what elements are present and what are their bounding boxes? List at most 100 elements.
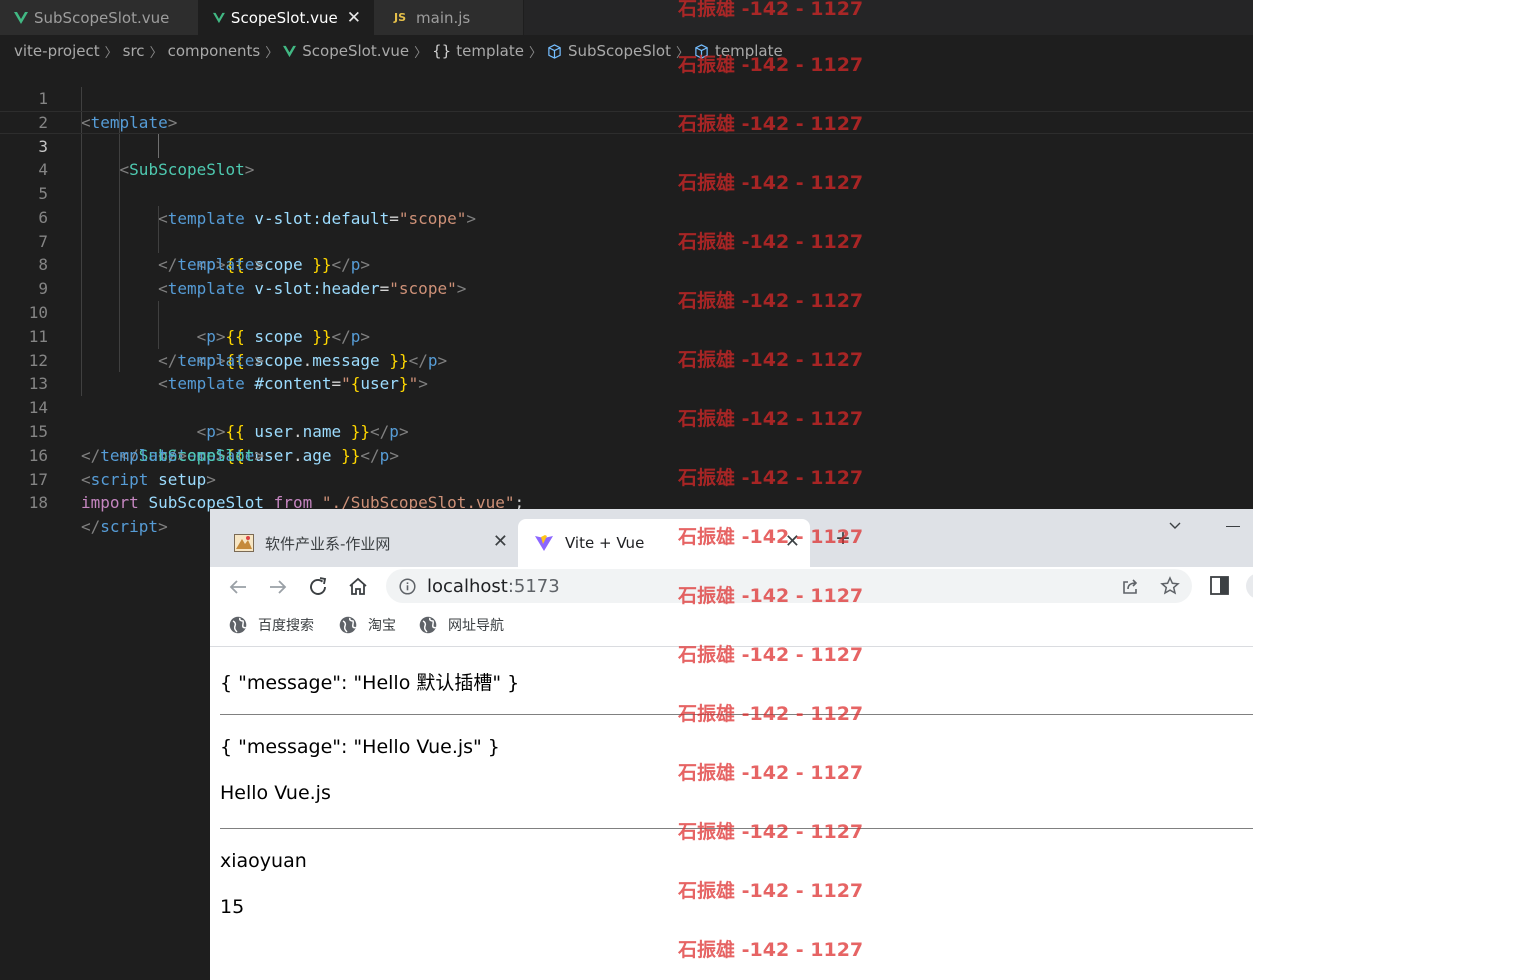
profile-avatar[interactable] [1246,573,1253,599]
code-line: 11 <p>{{ user.name }}</p> [0,300,1253,441]
close-icon[interactable]: ✕ [493,531,508,552]
browser-tab-title: 软件产业系-作业网 [265,534,391,553]
vite-icon [535,535,553,551]
code-line: 16 <script setup> [0,420,1253,489]
bookmark-nav[interactable]: 网址导航 [419,615,504,635]
editor-tab-bar: SubScopeSlot.vue ScopeSlot.vue ✕ JS main… [0,0,1253,35]
chevron-right-icon: 〉 [149,45,163,61]
code-line: 1 <template> [0,63,1253,132]
code-line: 6 <template v-slot:header="scope"> [0,181,1253,298]
address-bar[interactable]: localhost:5173 [386,569,1192,603]
browser-tab-title: Vite + Vue [565,534,645,552]
indent-guide [158,229,159,254]
code-line: 18 </script> [0,468,1253,536]
browser-tab-strip: 软件产业系-作业网 ✕ Vite + Vue ✕ + [210,509,1253,567]
home-icon[interactable] [346,575,370,599]
line-number: 18 [28,493,48,513]
url-port: :5173 [507,576,560,597]
content-slot-age-output: 15 [220,896,245,918]
browser-tab-vite-vue[interactable]: Vite + Vue ✕ [518,519,810,567]
chevron-right-icon: 〉 [528,45,542,61]
reload-icon[interactable] [306,575,330,599]
indent-guide-active [158,134,159,159]
globe-icon [419,616,437,634]
back-icon[interactable] [226,575,250,599]
indent-guide [119,253,120,278]
breadcrumb-item[interactable]: src [123,42,145,60]
bookmark-baidu[interactable]: 百度搜索 [229,615,314,635]
indent-guide [81,324,82,349]
code-line: 5 </template> [0,158,1253,274]
breadcrumb-item[interactable]: ScopeSlot.vue [302,42,409,60]
bookmark-label: 淘宝 [368,618,396,634]
indent-guide [119,348,120,373]
indent-guide [119,229,120,254]
chevron-right-icon: 〉 [265,45,279,61]
breadcrumb: vite-project 〉 src 〉 components 〉 ScopeSlot… [0,36,1253,66]
browser-toolbar: localhost:5173 [210,567,1253,607]
code-line: 13 </template> [0,348,1253,465]
indent-guide [81,158,82,182]
url-text[interactable]: localhost:5173 [427,576,560,597]
editor-tab-mainjs[interactable]: JS main.js [374,0,524,35]
star-icon[interactable] [1160,576,1180,596]
code-line-current: 3 <template v-slot:default="scope"> [0,110,1253,228]
editor-tab-subscopeslot[interactable]: SubScopeSlot.vue [0,0,199,35]
info-icon[interactable] [399,578,416,595]
vue-icon [14,11,28,24]
braces-icon: {} [432,42,452,60]
breadcrumb-item[interactable]: template [715,42,783,60]
bookmarks-bar: 百度搜索 淘宝 网址导航 [210,607,1253,647]
chevron-down-icon[interactable] [1168,519,1182,533]
chevron-right-icon: 〉 [675,45,689,61]
editor-tab-label: SubScopeSlot.vue [34,8,170,27]
vue-icon [283,45,297,57]
bookmark-taobao[interactable]: 淘宝 [339,615,396,635]
bookmark-label: 网址导航 [448,618,504,634]
divider [220,828,1253,829]
indent-guide [119,158,120,182]
indent-guide [119,300,120,325]
indent-guide [81,372,82,397]
indent-guide [119,134,120,159]
indent-guide [81,181,82,206]
forward-icon[interactable] [266,575,290,599]
indent-guide [158,205,159,230]
bookmark-label: 百度搜索 [258,618,314,634]
close-icon[interactable]: ✕ [785,531,800,552]
indent-guide [81,229,82,254]
code-line: 12 <p>{{ user.age }}</p> [0,324,1253,465]
breadcrumb-item[interactable]: components [168,42,261,60]
code-line: 2 <SubScopeSlot> [0,86,1253,179]
side-panel-icon[interactable] [1210,576,1229,595]
indent-guide [81,300,82,325]
minimize-button[interactable] [1226,526,1240,527]
cube-icon [548,43,561,59]
code-line: 4 <p>{{ scope }}</p> [0,134,1253,274]
breadcrumb-item[interactable]: template [456,42,524,60]
header-slot-message-output: Hello Vue.js [220,782,331,804]
breadcrumb-item[interactable]: vite-project [14,42,100,60]
editor-tab-scopeslot[interactable]: ScopeSlot.vue ✕ [199,0,374,35]
breadcrumb-item[interactable]: SubScopeSlot [568,42,671,60]
code-line: 7 <p>{{ scope }}</p> [0,205,1253,346]
close-icon[interactable]: ✕ [347,8,361,28]
share-icon[interactable] [1120,576,1140,596]
vue-icon [213,12,225,23]
cube-icon [695,43,708,59]
globe-icon [339,616,357,634]
indent-guide [158,300,159,325]
code-line: 8 <p>{{ scope.message }}</p> [0,229,1253,370]
code-line: 15 </template> [0,396,1253,465]
code-line: 10 <template #content="{user}"> [0,277,1253,393]
globe-icon [229,616,247,634]
code-text: </script> [81,517,168,537]
indent-guide [119,205,120,230]
indent-guide [81,277,82,301]
new-tab-button[interactable]: + [836,525,850,553]
code-line: 14 </SubScopeSlot> [0,372,1253,465]
indent-guide [81,111,82,134]
chevron-right-icon: 〉 [414,45,428,61]
browser-tab-homework[interactable]: 软件产业系-作业网 ✕ [210,519,518,567]
code-area[interactable]: 1 <template> 2 <SubScopeSlot> 3 <templat… [0,63,1253,536]
